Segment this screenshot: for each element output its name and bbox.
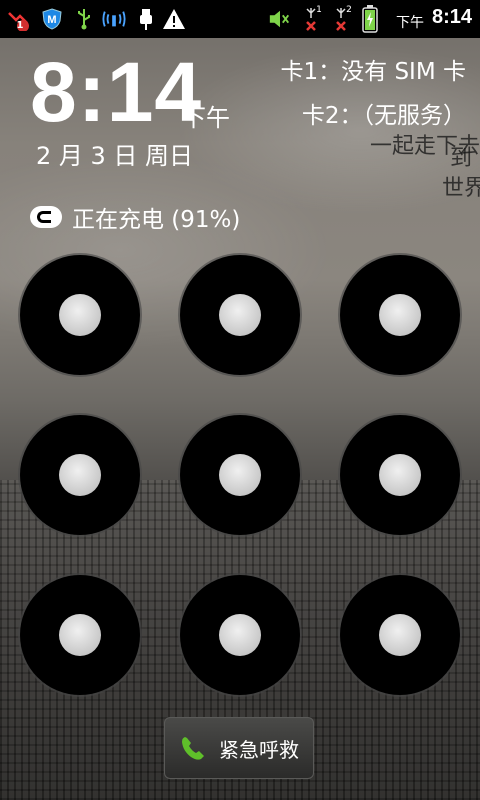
battery-charging-icon bbox=[358, 5, 382, 33]
emergency-call-label: 紧急呼救 bbox=[219, 737, 299, 762]
missed-count-badge: 1 bbox=[16, 20, 24, 31]
sim1-status: 卡1：没有 SIM 卡 bbox=[280, 59, 466, 85]
pattern-dot-1[interactable] bbox=[20, 255, 140, 375]
phone-icon bbox=[179, 734, 207, 762]
pattern-dot-3[interactable] bbox=[340, 255, 460, 375]
svg-text:M: M bbox=[47, 14, 56, 26]
sim2-status: 卡2：（无服务） bbox=[301, 103, 466, 129]
charging-plug-icon bbox=[30, 206, 62, 228]
status-bar: 1 M 1 2 下午 8:14 bbox=[0, 0, 480, 38]
lock-clock: 8:14 bbox=[30, 45, 203, 139]
emergency-call-button[interactable]: 紧急呼救 bbox=[164, 717, 314, 779]
usb-plug-icon bbox=[134, 7, 158, 31]
pattern-dot-4[interactable] bbox=[20, 415, 140, 535]
pattern-dot-6[interactable] bbox=[340, 415, 460, 535]
security-m-icon: M bbox=[40, 7, 64, 31]
pattern-dot-2[interactable] bbox=[180, 255, 300, 375]
wifi-icon bbox=[102, 7, 126, 31]
pattern-dot-9[interactable] bbox=[340, 575, 460, 695]
pattern-dot-5[interactable] bbox=[180, 415, 300, 535]
charging-text: 正在充电 (91%) bbox=[72, 207, 241, 233]
volume-muted-icon bbox=[268, 7, 292, 31]
warning-icon bbox=[162, 7, 186, 31]
wallpaper-text-3: 世界 bbox=[441, 176, 480, 201]
charging-status: 正在充电 (91%) bbox=[30, 200, 240, 234]
usb-icon bbox=[72, 7, 96, 31]
lock-date: 2 月 3 日 周日 bbox=[36, 142, 194, 170]
sim1-mark: 1 bbox=[316, 4, 322, 15]
status-ampm: 下午 bbox=[396, 15, 424, 31]
status-time: 8:14 bbox=[431, 6, 472, 28]
lock-ampm: 下午 bbox=[182, 104, 230, 132]
pattern-dot-8[interactable] bbox=[180, 575, 300, 695]
pattern-dot-7[interactable] bbox=[20, 575, 140, 695]
sim2-mark: 2 bbox=[346, 4, 352, 15]
wallpaper-text-2: 到 bbox=[449, 146, 472, 171]
